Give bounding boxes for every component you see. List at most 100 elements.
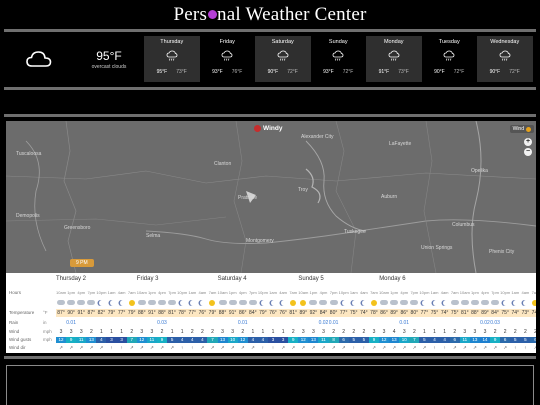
wind-cell: 2 <box>493 329 497 335</box>
partly-cloudy-icon <box>76 298 86 307</box>
rain-cell <box>440 320 450 326</box>
windy-logo[interactable]: Windy <box>254 125 282 132</box>
wind-direction-icon: ↗ <box>372 345 376 350</box>
day-name: Thursday <box>160 39 184 45</box>
wind-cell: 2 <box>89 329 93 335</box>
wind-direction-icon: ↗ <box>240 345 245 350</box>
temperature-cell: 79° <box>127 310 136 316</box>
hour-cell: 1pm <box>148 290 156 295</box>
hour-cell: 4pm <box>77 290 86 295</box>
moon-icon <box>197 298 207 307</box>
rain-cell <box>429 320 439 326</box>
city-label: Columbus <box>452 222 475 228</box>
forecast-day-label[interactable]: Friday 3 <box>137 276 159 282</box>
wind-cell: 2 <box>503 329 507 335</box>
day-name: Saturday <box>271 39 294 45</box>
hour-cell: 4am <box>117 290 126 295</box>
wind-direction-icon: ↗ <box>139 345 144 350</box>
partly-cloudy-icon <box>147 298 157 307</box>
wind-direction-icon: ↑ <box>271 345 275 350</box>
forecast-day-label[interactable]: Saturday 4 <box>218 276 247 282</box>
gust-cell: 13 <box>469 337 480 343</box>
hour-cell: 1pm <box>228 290 237 295</box>
wind-cell: 3 <box>312 329 315 335</box>
divider <box>4 87 536 90</box>
weather-icons-row <box>56 298 536 307</box>
wind-cell: 2 <box>200 329 204 335</box>
hour-cell: 1am <box>349 290 358 295</box>
gust-cell: 4 <box>247 337 258 343</box>
moon-icon <box>510 298 520 307</box>
temperature-cell: 88° <box>471 310 479 316</box>
partly-cloudy-icon <box>470 298 480 307</box>
rain-cloud-icon <box>277 49 289 63</box>
temperature-cell: 80° <box>410 310 419 316</box>
gust-cell: 4 <box>177 337 188 343</box>
rain-cell: 0.03 <box>490 320 500 326</box>
city-label: LaFayette <box>389 141 412 147</box>
hour-cell: 7pm <box>329 290 338 295</box>
hour-cell: 10am <box>217 290 228 295</box>
hour-cell: 1am <box>107 290 116 295</box>
row-label-hours: Hours <box>9 290 22 295</box>
hour-cell: 7am <box>289 290 298 295</box>
temperature-cell: 74° <box>360 310 368 316</box>
wind-cell: 4 <box>392 329 396 335</box>
wind-direction-icon: ↑ <box>433 345 436 350</box>
temperature-cell: 73° <box>521 310 530 316</box>
gust-cell: 3 <box>267 337 279 343</box>
forecast-day-label[interactable]: Thursday 2 <box>56 276 86 282</box>
city-label: Prattville <box>238 195 258 201</box>
zoom-out-button[interactable]: − <box>524 148 532 156</box>
moon-icon <box>177 298 187 307</box>
temperature-cell: 84° <box>319 310 328 316</box>
gust-cell: 12 <box>136 337 147 343</box>
daily-forecast: Thursday 95°F 73°F Friday 93°F 76°F Saturday 90… <box>144 36 533 82</box>
rain-cell <box>369 320 379 326</box>
temperature-cell: 77° <box>420 310 429 316</box>
hour-cell: 4pm <box>158 290 166 295</box>
wind-direction-icon: ↗ <box>422 345 427 350</box>
wind-cell: 2 <box>130 329 134 335</box>
partly-cloudy-icon <box>157 298 167 307</box>
temperature-cell: 82° <box>97 310 106 316</box>
hour-cell: 7pm <box>248 290 257 295</box>
wind-cell: 1 <box>261 329 265 335</box>
wind-cell: 3 <box>402 329 406 335</box>
forecast-table: Thursday 2 Friday 3 Saturday 4 Sunday 5 Mond… <box>6 273 536 353</box>
wind-layer-button[interactable]: Wind <box>509 125 534 133</box>
hour-cell: 4pm <box>238 290 247 295</box>
wind-direction-icon: ↑ <box>261 345 265 350</box>
temperature-cell: 91° <box>228 310 237 316</box>
unit-wind: mph <box>43 329 52 334</box>
wind-direction-icon: ↗ <box>281 345 285 350</box>
hour-cell: 4pm <box>400 290 409 295</box>
zoom-in-button[interactable]: + <box>524 138 532 146</box>
forecast-day-label[interactable]: Monday 6 <box>379 276 405 282</box>
rain-cell <box>86 320 96 326</box>
partly-cloudy-icon <box>480 298 490 307</box>
temperature-cell: 91° <box>77 310 86 316</box>
hour-cell: 4am <box>198 290 207 295</box>
temperature-cell: 86° <box>400 310 409 316</box>
wind-cell: 2 <box>211 329 214 335</box>
wind-direction-icon: ↗ <box>291 345 296 350</box>
wind-row: 3332111233211222332111123332222334321112… <box>56 329 536 335</box>
partly-cloudy-icon <box>248 298 258 307</box>
sun-icon <box>288 298 298 307</box>
temperature-cell: 89° <box>299 310 308 316</box>
time-marker[interactable]: 9 PM <box>70 259 94 267</box>
rain-cell <box>137 320 147 326</box>
temperature-cell: 79° <box>259 310 267 316</box>
temperature-cell: 75° <box>430 310 439 316</box>
forecast-day-label[interactable]: Sunday 5 <box>298 276 323 282</box>
gust-cell: 10 <box>227 337 238 343</box>
weather-map[interactable]: Windy Wind + − Tuscaloosa Alexander City… <box>6 121 536 273</box>
wind-cell: 1 <box>281 329 285 335</box>
wind-cell: 1 <box>180 329 184 335</box>
gust-cell: 6 <box>449 337 460 343</box>
rain-cell <box>177 320 187 326</box>
hour-cell: 7am <box>370 290 378 295</box>
rain-cloud-icon <box>499 49 511 63</box>
hour-cell: 1am <box>269 290 277 295</box>
